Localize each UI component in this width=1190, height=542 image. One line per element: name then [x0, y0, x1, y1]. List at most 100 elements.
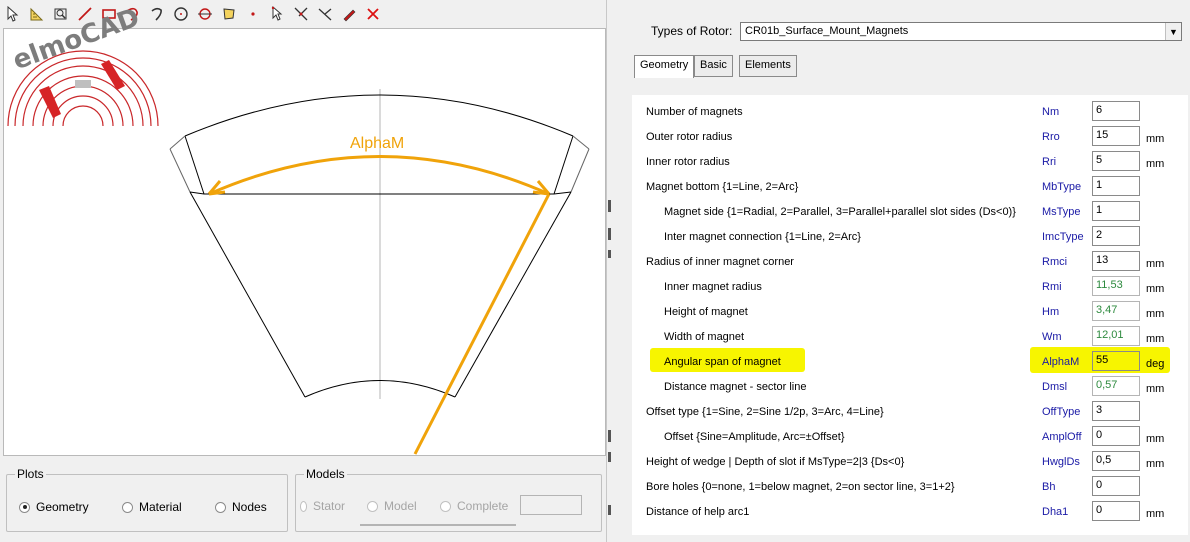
param-label: Distance magnet - sector line — [664, 381, 807, 393]
param-unit: mm — [1146, 283, 1165, 295]
param-symbol: Wm — [1042, 331, 1062, 343]
models-title: Models — [304, 467, 347, 481]
alpham-annotation: AlphaM — [350, 135, 404, 152]
param-row-amploff: Offset {Sine=Amplitude, Arc=±Offset} Ampl… — [632, 426, 1188, 446]
ruler-icon[interactable] — [26, 3, 48, 25]
drawing-pane: AlphaM elmoCAD Plots Geometry Material N… — [0, 0, 607, 542]
circle-point-icon[interactable] — [194, 3, 216, 25]
param-symbol: HwglDs — [1042, 456, 1080, 468]
param-label: Outer rotor radius — [646, 131, 733, 143]
param-input[interactable]: 12,01 — [1092, 326, 1140, 346]
param-input[interactable]: 0 — [1092, 476, 1140, 496]
param-symbol: Nm — [1042, 106, 1060, 118]
polygon-icon[interactable] — [218, 3, 240, 25]
param-label: Radius of inner magnet corner — [646, 256, 794, 268]
param-unit: mm — [1146, 133, 1165, 145]
point-icon[interactable] — [242, 3, 264, 25]
radio-complete[interactable]: Complete — [440, 499, 508, 513]
multi-select-icon[interactable] — [290, 3, 312, 25]
plots-group: Plots Geometry Material Nodes — [6, 467, 288, 532]
param-unit: mm — [1146, 333, 1165, 345]
tab-basic[interactable]: Basic — [694, 55, 733, 77]
param-row-dmsl: Distance magnet - sector line Dmsl 0,57 mm — [632, 376, 1188, 396]
param-symbol: Hm — [1042, 306, 1060, 318]
tab-elements[interactable]: Elements — [739, 55, 797, 77]
sector-line-left — [189, 191, 306, 398]
param-label: Inner magnet radius — [664, 281, 762, 293]
alpham-arc — [208, 155, 550, 196]
param-symbol: Dmsl — [1042, 381, 1068, 393]
param-input[interactable]: 1 — [1092, 176, 1140, 196]
param-row-dha1: Distance of help arc1 Dha1 0 mm — [632, 501, 1188, 521]
alpham-pointer-line — [413, 193, 551, 455]
param-symbol: AlphaM — [1042, 356, 1080, 368]
param-label: Offset type {1=Sine, 2=Sine 1/2p, 3=Arc,… — [646, 406, 884, 418]
param-input[interactable]: 3 — [1092, 401, 1140, 421]
param-input[interactable]: 0 — [1092, 426, 1140, 446]
param-input[interactable]: 6 — [1092, 101, 1140, 121]
arc-reverse-icon[interactable] — [146, 3, 168, 25]
param-label: Magnet side {1=Radial, 2=Parallel, 3=Par… — [664, 206, 1016, 218]
param-input[interactable]: 2 — [1092, 226, 1140, 246]
param-label: Number of magnets — [646, 106, 743, 118]
param-input[interactable]: 55 — [1092, 351, 1140, 371]
param-unit: mm — [1146, 508, 1165, 520]
param-unit: mm — [1146, 308, 1165, 320]
models-value-field[interactable] — [520, 495, 582, 515]
param-row-hwglds: Height of wedge | Depth of slot if MsTyp… — [632, 451, 1188, 471]
param-symbol: Rmci — [1042, 256, 1068, 268]
param-label: Height of wedge | Depth of slot if MsTyp… — [646, 456, 905, 468]
param-unit: mm — [1146, 433, 1165, 445]
elmocad-logo: elmoCAD — [5, 3, 165, 128]
param-unit: mm — [1146, 158, 1165, 170]
radio-stator[interactable]: Stator — [300, 499, 345, 513]
param-input[interactable]: 5 — [1092, 151, 1140, 171]
radio-material[interactable]: Material — [122, 500, 182, 514]
pencil-icon[interactable] — [338, 3, 360, 25]
circle-icon[interactable] — [170, 3, 192, 25]
param-input[interactable]: 15 — [1092, 126, 1140, 146]
select-arrow-icon[interactable] — [2, 3, 24, 25]
param-input[interactable]: 13 — [1092, 251, 1140, 271]
param-label: Inter magnet connection {1=Line, 2=Arc} — [664, 231, 861, 243]
param-input[interactable]: 11,53 — [1092, 276, 1140, 296]
param-unit: mm — [1146, 458, 1165, 470]
param-input[interactable]: 1 — [1092, 201, 1140, 221]
param-row-rmci: Radius of inner magnet corner Rmci 13 mm — [632, 251, 1188, 271]
delete-x-icon[interactable] — [362, 3, 384, 25]
radio-nodes[interactable]: Nodes — [215, 500, 267, 514]
param-symbol: ImcType — [1042, 231, 1084, 243]
param-symbol: OffType — [1042, 406, 1081, 418]
param-input[interactable]: 0 — [1092, 501, 1140, 521]
magnet-left-edge — [184, 135, 205, 195]
param-symbol: Rmi — [1042, 281, 1062, 293]
param-label: Distance of help arc1 — [646, 506, 750, 518]
param-symbol: Bh — [1042, 481, 1056, 493]
param-row-rri: Inner rotor radius Rri 5 mm — [632, 151, 1188, 171]
param-row-hm: Height of magnet Hm 3,47 mm — [632, 301, 1188, 321]
tab-geometry[interactable]: Geometry — [634, 55, 695, 78]
param-row-mbtype: Magnet bottom {1=Line, 2=Arc} MbType 1 — [632, 176, 1188, 196]
param-symbol: MbType — [1042, 181, 1082, 193]
geometry-tab-panel: Number of magnets Nm 6 Outer rotor radius Rr… — [632, 95, 1188, 535]
param-row-rro: Outer rotor radius Rro 15 mm — [632, 126, 1188, 146]
plots-title: Plots — [15, 467, 46, 481]
param-symbol: AmplOff — [1042, 431, 1082, 443]
param-input[interactable]: 0,57 — [1092, 376, 1140, 396]
split-line-icon[interactable] — [314, 3, 336, 25]
param-symbol: Rro — [1042, 131, 1060, 143]
zoom-icon[interactable] — [50, 3, 72, 25]
param-input[interactable]: 0,5 — [1092, 451, 1140, 471]
rotor-type-label: Types of Rotor: — [651, 24, 733, 38]
sector-line-right — [454, 191, 572, 398]
param-row-rmi: Inner magnet radius Rmi 11,53 mm — [632, 276, 1188, 296]
param-input[interactable]: 3,47 — [1092, 301, 1140, 321]
param-label: Bore holes {0=none, 1=below magnet, 2=on… — [646, 481, 955, 493]
pointer-icon[interactable] — [266, 3, 288, 25]
models-group: Models Stator Model Complete — [295, 467, 602, 532]
radio-geometry[interactable]: Geometry — [19, 500, 89, 514]
param-row-alpham: Angular span of magnet AlphaM 55 deg — [632, 347, 1188, 373]
chevron-down-icon[interactable]: ▼ — [1165, 23, 1181, 40]
radio-model[interactable]: Model — [367, 499, 417, 513]
rotor-type-select[interactable]: CR01b_Surface_Mount_Magnets ▼ — [740, 22, 1182, 41]
